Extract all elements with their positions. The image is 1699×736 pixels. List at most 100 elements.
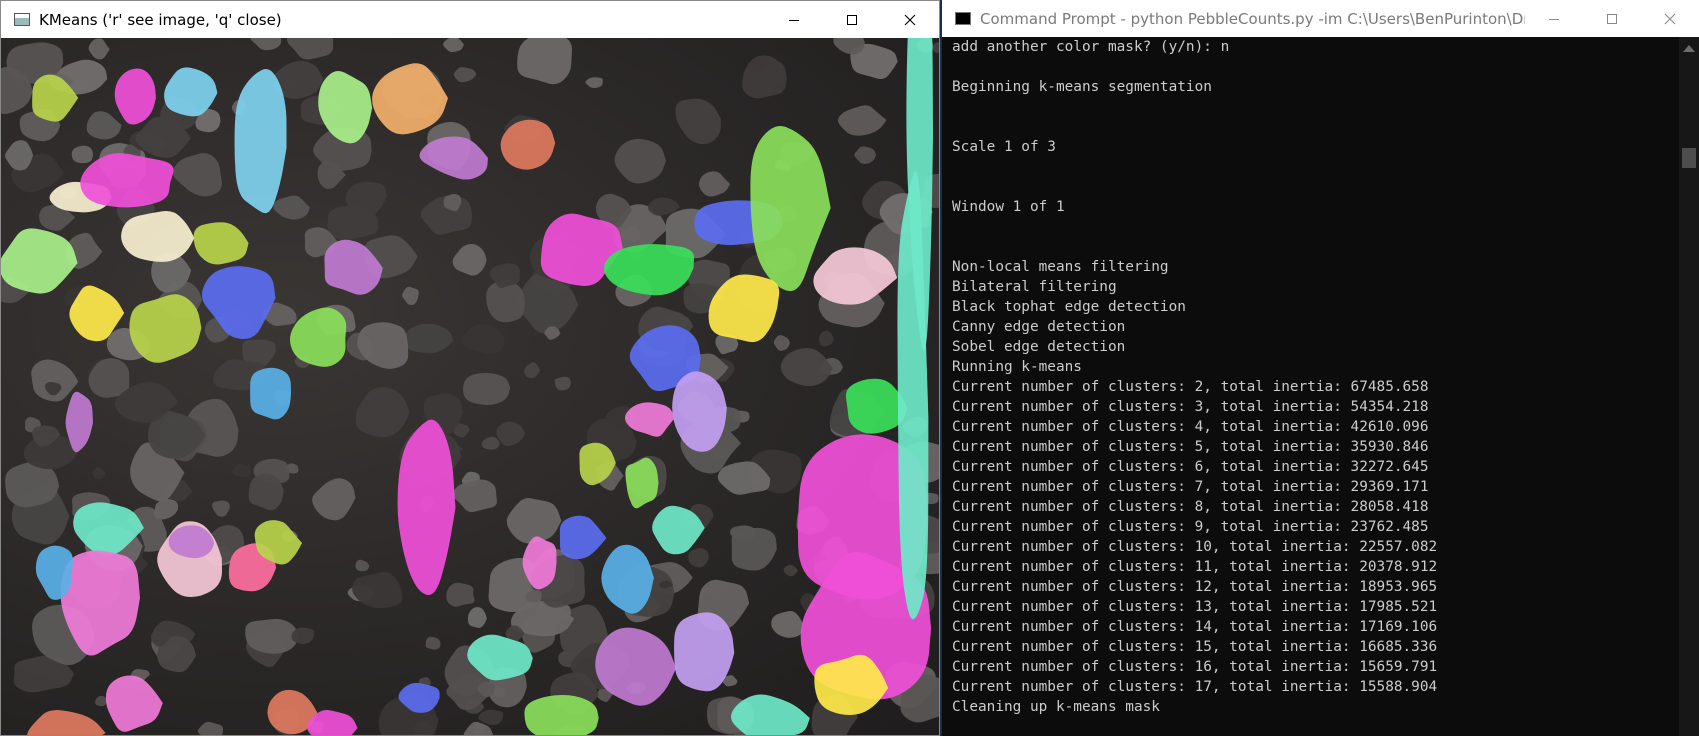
gray-pebble bbox=[780, 348, 833, 387]
gray-pebble bbox=[172, 153, 222, 197]
gray-pebble bbox=[461, 324, 505, 354]
console-line: Running k-means bbox=[952, 359, 1082, 375]
gray-pebble bbox=[517, 38, 573, 85]
gray-pebble bbox=[312, 478, 356, 521]
console-line: Current number of clusters: 7, total ine… bbox=[952, 479, 1429, 495]
segmented-pebble bbox=[750, 126, 831, 292]
segmented-pebble bbox=[419, 136, 488, 180]
gray-pebble bbox=[675, 98, 721, 145]
cmd-minimize-button[interactable] bbox=[1525, 0, 1583, 37]
gray-pebble bbox=[486, 280, 525, 323]
console-line: Bilateral filtering bbox=[952, 279, 1117, 295]
segmented-pebble bbox=[193, 222, 249, 265]
maximize-icon bbox=[1607, 13, 1617, 24]
gray-pebble bbox=[425, 636, 441, 650]
minimize-button[interactable] bbox=[765, 1, 823, 38]
gray-pebble bbox=[95, 695, 108, 707]
gray-pebble bbox=[92, 467, 106, 480]
gray-pebble bbox=[86, 111, 122, 140]
gray-pebble bbox=[453, 66, 477, 83]
gray-pebble bbox=[355, 559, 370, 572]
console-line: Current number of clusters: 2, total ine… bbox=[952, 379, 1429, 395]
gray-pebble bbox=[506, 498, 562, 544]
gray-pebble bbox=[287, 38, 334, 60]
maximize-icon bbox=[847, 14, 857, 25]
segmented-pebble bbox=[234, 69, 287, 214]
minimize-icon bbox=[1549, 18, 1559, 20]
gray-pebble bbox=[452, 479, 497, 513]
segmented-pebble bbox=[397, 419, 456, 596]
gray-pebble bbox=[232, 464, 251, 477]
gray-pebble bbox=[212, 500, 230, 517]
gray-pebble bbox=[481, 436, 500, 450]
gray-pebble bbox=[585, 77, 603, 89]
gray-pebble bbox=[837, 105, 887, 136]
console-line: Current number of clusters: 14, total in… bbox=[952, 619, 1438, 635]
gray-pebble bbox=[771, 610, 804, 638]
console-output[interactable]: add another color mask? (y/n): n Beginnin… bbox=[952, 37, 1673, 736]
kmeans-titlebar[interactable]: KMeans ('r' see image, 'q' close) bbox=[1, 1, 939, 38]
gray-pebble bbox=[402, 286, 419, 306]
console-line: Current number of clusters: 15, total in… bbox=[952, 639, 1438, 655]
segmented-pebble bbox=[105, 675, 163, 732]
cmd-icon bbox=[955, 12, 971, 25]
segmentation-image[interactable] bbox=[1, 38, 939, 735]
console-line: Current number of clusters: 12, total in… bbox=[952, 579, 1438, 595]
kmeans-window-title: KMeans ('r' see image, 'q' close) bbox=[39, 10, 282, 29]
gray-pebble bbox=[699, 171, 731, 197]
console-line: Current number of clusters: 6, total ine… bbox=[952, 459, 1429, 475]
gray-pebble bbox=[854, 146, 877, 164]
console-line: Canny edge detection bbox=[952, 319, 1126, 335]
cmd-close-button[interactable] bbox=[1641, 0, 1699, 37]
console-line: Current number of clusters: 8, total ine… bbox=[952, 499, 1429, 515]
gray-pebble bbox=[773, 335, 790, 351]
segmented-pebble bbox=[559, 515, 607, 560]
console-line: Beginning k-means segmentation bbox=[952, 79, 1212, 95]
gray-pebble bbox=[31, 359, 79, 402]
scroll-up-arrow-icon[interactable] bbox=[1683, 45, 1695, 52]
console-scrollbar[interactable] bbox=[1679, 37, 1699, 736]
gray-pebble bbox=[352, 572, 403, 609]
gray-pebble bbox=[524, 362, 541, 379]
segmented-pebble bbox=[372, 63, 448, 135]
segmented-pebble bbox=[318, 71, 373, 144]
cmd-window-title: Command Prompt - python PebbleCounts.py … bbox=[980, 9, 1525, 28]
gray-pebble bbox=[357, 322, 409, 369]
cmd-titlebar[interactable]: Command Prompt - python PebbleCounts.py … bbox=[942, 0, 1699, 37]
gray-pebble bbox=[496, 421, 526, 447]
kmeans-window: KMeans ('r' see image, 'q' close) bbox=[0, 0, 940, 736]
kmeans-segmentation-canvas bbox=[1, 38, 939, 735]
segmented-pebble bbox=[625, 402, 675, 437]
gray-pebble bbox=[273, 195, 310, 220]
gray-pebble bbox=[250, 38, 282, 51]
console-line: Current number of clusters: 10, total in… bbox=[952, 539, 1438, 555]
gray-pebble bbox=[88, 38, 110, 60]
gray-pebble bbox=[731, 527, 777, 571]
console-line: Current number of clusters: 17, total in… bbox=[952, 679, 1438, 695]
cmd-maximize-button[interactable] bbox=[1583, 0, 1641, 37]
segmented-pebble bbox=[672, 371, 727, 452]
scrollbar-thumb[interactable] bbox=[1682, 148, 1696, 168]
gray-pebble bbox=[614, 138, 666, 184]
gray-pebble bbox=[153, 499, 179, 520]
gray-pebble bbox=[478, 709, 504, 726]
close-icon bbox=[1664, 13, 1676, 24]
console-line: Current number of clusters: 5, total ine… bbox=[952, 439, 1429, 455]
console-line: Scale 1 of 3 bbox=[952, 139, 1056, 155]
segmented-pebble bbox=[114, 68, 156, 125]
console-line: Current number of clusters: 9, total ine… bbox=[952, 519, 1429, 535]
close-button[interactable] bbox=[881, 1, 939, 38]
maximize-button[interactable] bbox=[823, 1, 881, 38]
console-line: Current number of clusters: 11, total in… bbox=[952, 559, 1438, 575]
gray-pebble bbox=[463, 372, 511, 405]
segmented-pebble bbox=[27, 710, 106, 735]
gray-pebble bbox=[452, 243, 487, 276]
segmented-pebble bbox=[80, 153, 174, 208]
segmented-pebble bbox=[121, 211, 195, 262]
gray-pebble bbox=[404, 323, 454, 354]
gray-pebble bbox=[71, 145, 94, 164]
gray-pebble bbox=[688, 548, 709, 568]
